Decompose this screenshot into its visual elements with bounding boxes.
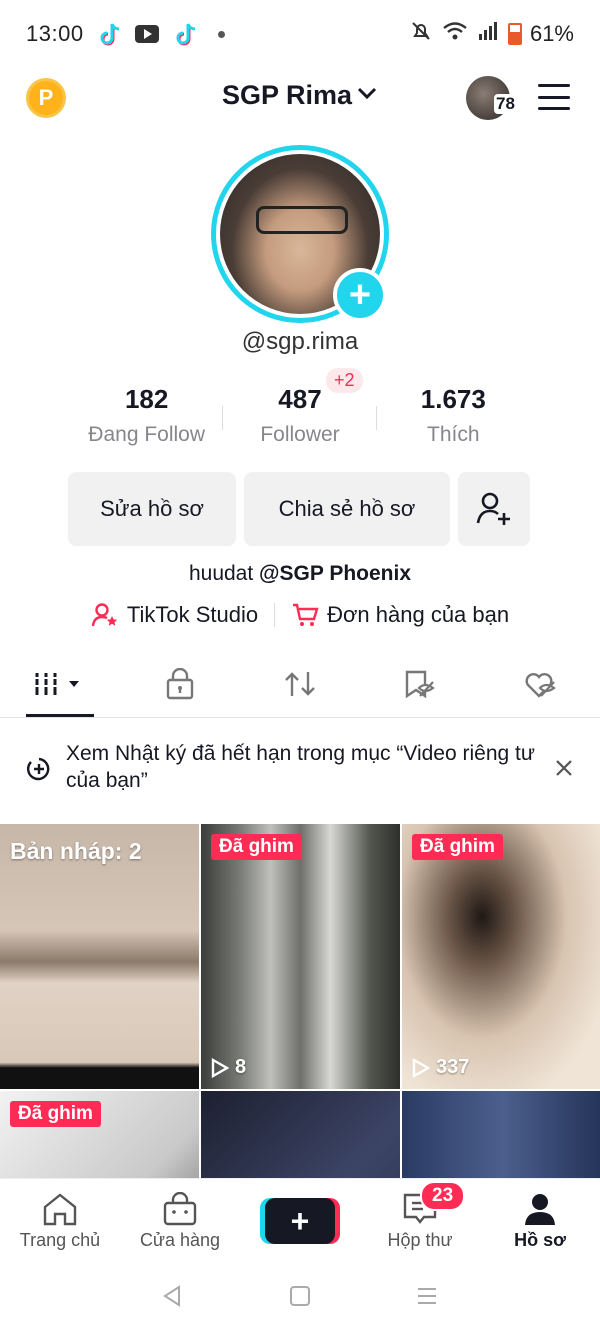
bio-mention[interactable]: @SGP Phoenix <box>259 562 411 585</box>
drafts-tile[interactable]: Bản nháp: 2 <box>0 824 199 1089</box>
tab-private[interactable] <box>120 650 240 717</box>
video-grid: Bản nháp: 2 Đã ghim 8 Đã ghim 337 Đã ghi… <box>0 824 600 1178</box>
nav-create[interactable]: + <box>240 1179 360 1263</box>
status-bar: 13:00 61% <box>0 0 600 68</box>
profile-icon <box>525 1193 555 1225</box>
stat-likes[interactable]: 1.673 Thích <box>377 384 530 447</box>
close-icon[interactable] <box>554 742 574 783</box>
bio-name: huudat <box>188 562 254 585</box>
recents-icon[interactable] <box>415 1284 439 1313</box>
heart-hidden-icon <box>525 672 556 698</box>
shopping-bag-icon <box>163 1191 197 1225</box>
profile-bio: huudat @SGP Phoenix <box>0 562 600 586</box>
create-plus-icon: + <box>265 1198 335 1244</box>
pinned-badge: Đã ghim <box>211 834 302 860</box>
video-tile[interactable] <box>402 1091 600 1178</box>
status-time: 13:00 <box>26 21 84 46</box>
nav-inbox-label: Hộp thư <box>387 1229 453 1250</box>
nav-shop-label: Cửa hàng <box>139 1229 221 1250</box>
share-profile-button[interactable]: Chia sẻ hồ sơ <box>244 472 450 546</box>
battery-icon <box>507 23 522 45</box>
bookmark-hidden-icon <box>405 670 435 698</box>
hamburger-menu-icon[interactable] <box>538 84 570 110</box>
play-icon <box>211 1057 229 1078</box>
follower-delta-badge: +2 <box>326 368 363 393</box>
story-count: 78 <box>494 94 517 114</box>
draft-label: Bản nháp: 2 <box>10 838 142 864</box>
home-square-icon[interactable] <box>288 1284 312 1313</box>
edit-profile-button[interactable]: Sửa hồ sơ <box>68 472 236 546</box>
youtube-notification-icon <box>134 21 160 47</box>
tiktok-notification-icon <box>96 21 122 47</box>
stat-label: Follower <box>260 423 340 446</box>
repost-icon <box>285 671 315 696</box>
wifi-icon <box>440 20 470 48</box>
content-tabs <box>0 650 600 718</box>
nav-profile-label: Hồ sơ <box>514 1229 566 1250</box>
add-friend-button[interactable] <box>458 472 530 546</box>
stat-followers[interactable]: 487 Follower <box>223 384 377 447</box>
video-tile[interactable]: Đã ghim <box>0 1091 199 1178</box>
video-tile[interactable]: Đã ghim 8 <box>201 824 400 1089</box>
profile-stats: 182 Đang Follow 487 Follower 1.673 Thích <box>70 384 530 447</box>
mute-icon <box>410 20 432 48</box>
orders-label: Đơn hàng của bạn <box>327 602 510 627</box>
inbox-badge: 23 <box>420 1181 466 1211</box>
view-count-value: 8 <box>235 1056 247 1078</box>
stat-value: 1.673 <box>420 384 486 414</box>
home-icon <box>43 1192 77 1225</box>
creator-icon <box>91 603 118 627</box>
nav-profile[interactable]: Hồ sơ <box>480 1179 600 1263</box>
expired-notice[interactable]: Xem Nhật ký đã hết hạn trong mục “Video … <box>26 740 574 794</box>
notice-text: Xem Nhật ký đã hết hạn trong mục “Video … <box>66 742 535 792</box>
tab-videos[interactable] <box>0 650 120 717</box>
view-count-value: 337 <box>436 1056 470 1078</box>
nav-home[interactable]: Trang chủ <box>0 1179 120 1263</box>
video-tile[interactable]: Đã ghim 337 <box>402 824 600 1089</box>
pinned-badge: Đã ghim <box>412 834 503 860</box>
more-notifications-dot <box>217 30 225 38</box>
video-tile[interactable] <box>201 1091 400 1178</box>
stat-value: 182 <box>124 384 169 414</box>
account-title: SGP Rima <box>221 80 353 110</box>
username: @sgp.rima <box>241 328 359 355</box>
play-icon <box>412 1057 430 1078</box>
profile-header: P SGP Rima 78 <box>0 68 600 128</box>
cart-icon <box>293 603 319 626</box>
tab-reposts[interactable] <box>240 650 360 717</box>
lock-icon <box>166 667 194 699</box>
tiktok-studio-link[interactable]: TikTok Studio <box>91 602 258 628</box>
battery-percent: 61% <box>529 21 574 46</box>
add-user-icon <box>476 492 510 525</box>
tab-saved[interactable] <box>360 650 480 717</box>
nav-home-label: Trang chủ <box>19 1229 101 1250</box>
stat-label: Đang Follow <box>88 423 206 446</box>
add-story-button[interactable]: + <box>333 268 387 322</box>
nav-shop[interactable]: Cửa hàng <box>120 1179 240 1263</box>
chevron-down-icon <box>356 85 378 106</box>
system-nav <box>0 1263 600 1333</box>
stat-label: Thích <box>427 423 480 446</box>
profile-actions: Sửa hồ sơ Chia sẻ hồ sơ <box>68 472 530 546</box>
tab-liked[interactable] <box>480 650 600 717</box>
tiktok-notification-icon <box>172 21 198 47</box>
view-count: 8 <box>211 1056 246 1079</box>
orders-link[interactable]: Đơn hàng của bạn <box>291 602 509 628</box>
grid-filter-icon <box>33 672 79 695</box>
pinned-badge: Đã ghim <box>10 1101 101 1127</box>
profile-links: TikTok Studio Đơn hàng của bạn <box>0 602 600 628</box>
add-story-icon <box>26 757 50 781</box>
stat-following[interactable]: 182 Đang Follow <box>70 384 224 447</box>
tiktok-studio-label: TikTok Studio <box>126 602 259 627</box>
bottom-nav: Trang chủ Cửa hàng + Hộp thư Hồ sơ 23 <box>0 1178 600 1263</box>
view-count: 337 <box>412 1056 469 1079</box>
signal-icon <box>478 21 500 47</box>
back-icon[interactable] <box>161 1284 185 1313</box>
